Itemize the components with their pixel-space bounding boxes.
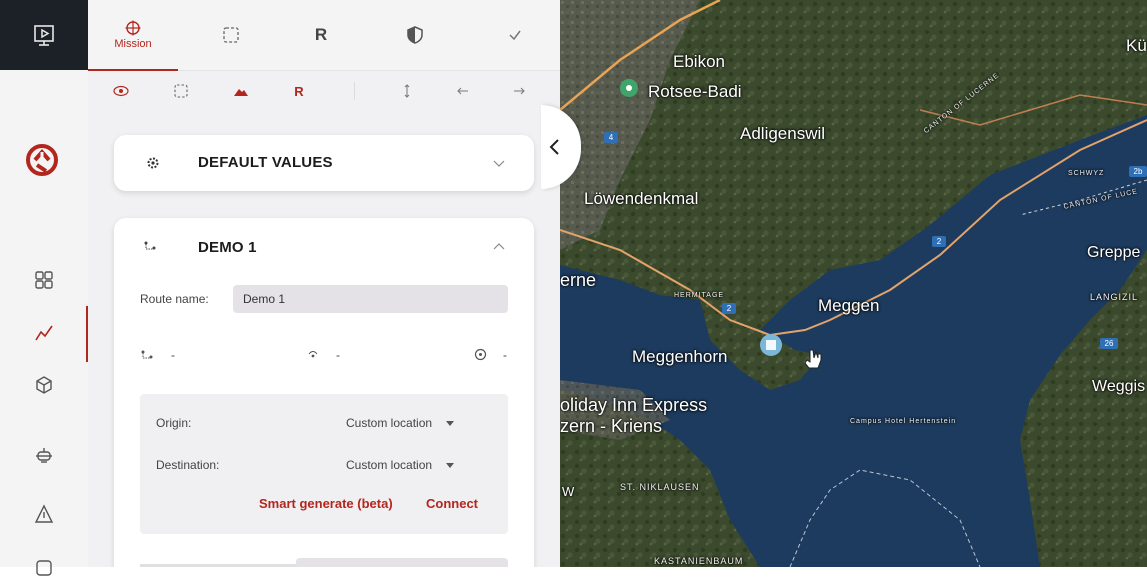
warning-triangle-icon [34,504,54,523]
tab-mission-label: Mission [114,38,152,50]
destination-value: Custom location [346,458,433,472]
timer-icon [474,348,487,361]
models-button[interactable] [31,372,57,398]
r-tool[interactable]: R [288,80,310,102]
signal-icon [308,351,318,358]
caret-down-icon [446,462,455,468]
route-name-label: Route name: [140,292,209,306]
chevron-down-icon[interactable] [493,160,505,168]
map-label-schwyz: SCHWYZ [1068,170,1105,177]
next-field-input[interactable] [296,558,508,567]
map-label-weggis: Weggis [1092,378,1146,395]
vertical-arrows-icon [404,84,410,98]
duration-value: - [503,348,507,362]
next-field-label [140,560,298,567]
arrow-left-icon [457,87,468,95]
drone-icon [36,448,52,463]
chevron-left-icon [549,139,559,155]
drone-button[interactable] [31,443,57,469]
destination-label: Destination: [156,458,220,472]
presentation-button[interactable] [0,0,88,70]
r-letter-icon: R [314,25,328,44]
eye-icon [113,85,129,97]
move-left-tool[interactable] [452,80,474,102]
toolbar-divider [354,82,355,100]
map-label-kuessnacht: Kü [1126,36,1147,55]
default-values-title: DEFAULT VALUES [198,154,333,171]
tab-active-underline [88,69,178,71]
select-tool[interactable] [170,80,192,102]
document-icon [36,560,52,576]
svg-text:2: 2 [937,237,942,246]
terrain-tool[interactable] [230,80,252,102]
tab-shield[interactable] [370,0,460,70]
map-label-hermitage: HERMITAGE [674,292,725,299]
map-label-holiday-inn: oliday Inn Express [560,395,708,415]
select-area-icon [174,84,188,98]
map-label-kastanienbaum: KASTANIENBAUM [654,556,744,566]
waypoints-icon [141,350,153,359]
map-label-ebikon: Ebikon [673,52,725,71]
check-icon [509,30,521,41]
smart-generate-button[interactable]: Smart generate (beta) [259,496,393,511]
origin-value: Custom location [346,416,433,430]
route-line-icon [35,325,53,341]
svg-text:4: 4 [609,133,614,142]
svg-text:26: 26 [1105,339,1114,348]
terrain-icon [234,89,248,96]
map-label-langizil: LANGIZIL [1090,292,1139,302]
connect-button[interactable]: Connect [426,496,478,511]
svg-text:2b: 2b [1134,167,1143,176]
logo-icon [26,144,58,176]
chevron-up-icon[interactable] [493,242,505,250]
tab-check[interactable] [470,0,560,70]
grid-icon [35,271,53,289]
sub-toolbar: R [88,72,560,110]
origin-label: Origin: [156,416,192,430]
map-label-adligenswil: Adligenswil [740,124,826,143]
map-label-campus-hotel: Campus Hotel Hertenstein [850,418,957,425]
map-label-kriens: zern - Kriens [560,416,663,436]
shield-icon [407,26,423,44]
select-area-icon [223,27,239,43]
move-right-tool[interactable] [508,80,530,102]
map-label-rotsee: Rotsee-Badi [648,82,742,101]
warnings-button[interactable] [31,501,57,527]
map-label-meggen: Meggen [818,296,880,315]
routes-button[interactable] [31,320,57,346]
demo-route-title: DEMO 1 [198,239,257,256]
signal-value: - [336,348,340,362]
crosshair-icon [125,20,141,36]
cube-icon [36,376,52,394]
map-label-luzern: erne [560,270,597,290]
r-letter-icon: R [294,83,304,99]
tab-select-area[interactable] [186,0,276,70]
origin-dropdown[interactable]: Custom location [346,416,455,430]
vertical-move-tool[interactable] [396,80,418,102]
tab-r[interactable]: R [276,0,366,70]
waypoint-count: - [171,348,175,362]
destination-dropdown[interactable]: Custom location [346,458,455,472]
gear-icon [147,157,159,169]
default-values-card[interactable]: DEFAULT VALUES [114,135,534,191]
app-logo [21,140,63,180]
waypoints-icon [144,241,156,250]
presentation-icon [34,25,54,46]
left-rail [0,0,88,576]
map-label-meggenhorn: Meggenhorn [632,347,728,366]
caret-down-icon [446,420,455,426]
dashboard-grid-button[interactable] [31,267,57,293]
map-label-w: W [562,484,575,499]
document-button[interactable] [31,555,57,581]
map-label-greppen: Greppe [1087,244,1141,261]
map-label-st-niklausen: ST. NIKLAUSEN [620,482,700,492]
tab-mission[interactable]: Mission [88,0,178,71]
visibility-toggle[interactable] [110,80,132,102]
satellite-map[interactable]: 4 2 2 2b 26 Ebikon Rotsee-Badi Adligensw… [560,0,1147,567]
svg-text:2: 2 [727,304,732,313]
map-label-loewendenkmal: Löwendenkmal [584,189,699,208]
tab-bar: Mission R [88,0,560,71]
arrow-right-icon [514,87,525,95]
route-name-input[interactable] [233,285,508,313]
